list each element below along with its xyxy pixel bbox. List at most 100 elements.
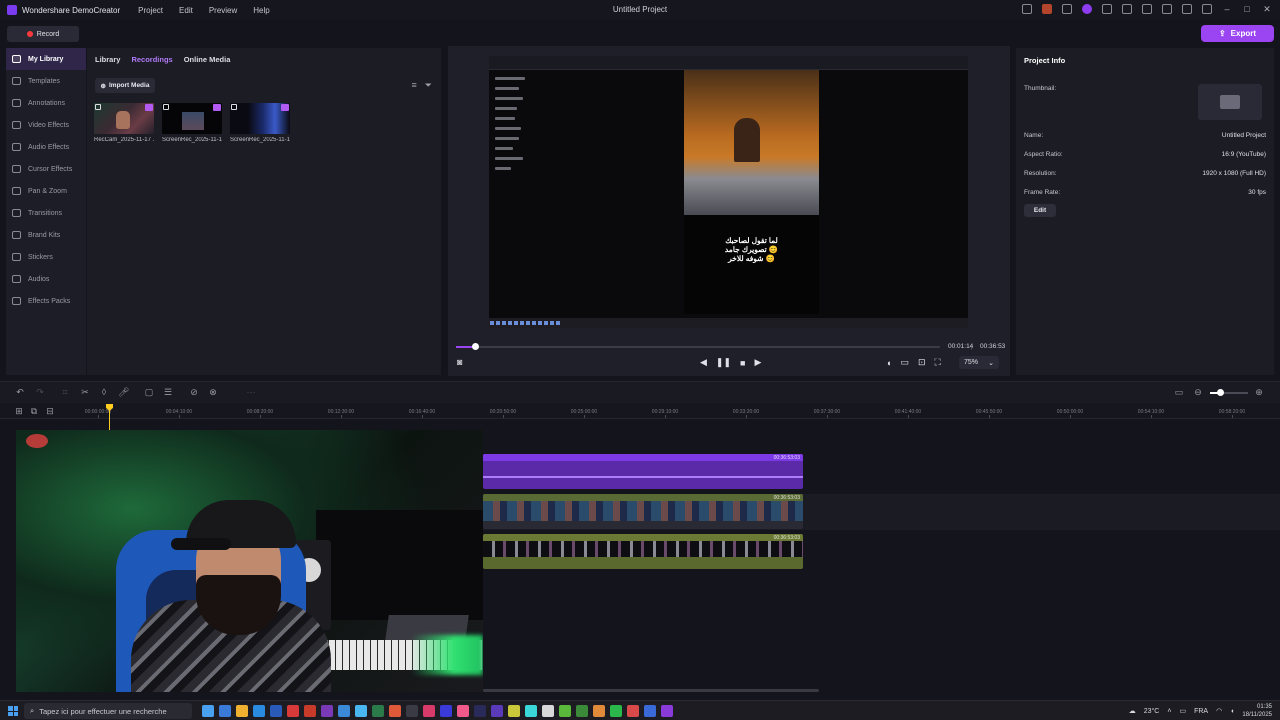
cart-icon[interactable] [1102,4,1112,14]
crop-icon[interactable]: ⊡ [918,357,926,368]
audio-clip[interactable]: 00:36:53:03 [483,454,803,489]
sort-icon[interactable]: ≡ [412,80,417,91]
menu-edit[interactable]: Edit [179,6,193,15]
edit-project-button[interactable]: Edit [1024,204,1056,217]
zoom-slider-handle[interactable] [1217,389,1224,396]
more-icon[interactable]: ⋯ [246,387,256,397]
lightroom-icon[interactable] [542,705,554,717]
animate-icon[interactable] [525,705,537,717]
monitor-icon[interactable] [1142,4,1152,14]
export-button[interactable]: ⇪ Export [1201,25,1274,42]
timeline-ruler[interactable]: ⊞ ⧉ ⊟ 00:00:00:00 00:04:10:00 00:08:20:00 0… [0,403,1280,419]
undo-icon[interactable]: ↶ [15,387,25,397]
copy-track-icon[interactable]: ⧉ [29,406,39,416]
comment-icon[interactable]: ▢ [144,387,154,397]
avatar-icon[interactable] [1082,4,1092,14]
close-icon[interactable]: ✕ [1262,4,1272,14]
weather-icon[interactable]: ☁ [1129,707,1136,715]
list-icon[interactable]: ☰ [163,387,173,397]
windows-start-icon[interactable] [8,706,18,716]
snapshot-icon[interactable]: ◙ [457,357,462,367]
snap-icon[interactable]: ⊟ [45,406,55,416]
sidebar-item-video-effects[interactable]: Video Effects [6,114,86,136]
taskbar-search[interactable]: ⌕ Tapez ici pour effectuer une recherche [24,703,192,719]
crop-tool-icon[interactable]: ⌗ [60,387,70,397]
timeline-scrollbar[interactable] [483,689,819,692]
step-forward-icon[interactable]: ▶ [754,357,761,368]
sidebar-item-effects-packs[interactable]: Effects Packs [6,290,86,312]
language[interactable]: FRA [1194,708,1208,715]
media-item-screenrec-1[interactable]: ScreenRec_2025-11-1... [162,103,222,143]
sidebar-item-my-library[interactable]: My Library [6,48,86,70]
tab-library[interactable]: Library [95,55,120,64]
minimize-icon[interactable]: – [1222,4,1232,14]
speaker-icon[interactable]: ◖ [1230,708,1234,715]
message-icon[interactable] [1062,4,1072,14]
after-effects-icon[interactable] [474,705,486,717]
fullscreen-icon[interactable]: ⛶ [935,357,941,368]
illustrator-icon[interactable] [491,705,503,717]
checkbox-icon[interactable] [163,104,169,110]
audition-icon[interactable] [508,705,520,717]
volume-icon[interactable]: ◖ [886,358,891,368]
timeline-zoom-slider[interactable] [1210,389,1248,396]
github-icon[interactable] [406,705,418,717]
camera-clip[interactable]: 00:36:53:03 [483,494,803,529]
zoom-in-icon[interactable]: ⊕ [1254,387,1264,397]
cloud-icon[interactable] [1122,4,1132,14]
photoshop-express-icon[interactable] [593,705,605,717]
notification-icon[interactable] [1022,4,1032,14]
maximize-icon[interactable]: □ [1242,4,1252,14]
tab-online-media[interactable]: Online Media [184,55,231,64]
onenote-icon[interactable] [321,705,333,717]
firefox-icon[interactable] [389,705,401,717]
mic-icon[interactable]: 🎤︎ [118,387,129,397]
word-icon[interactable] [270,705,282,717]
unlink-icon[interactable]: ⊗ [208,387,218,397]
dreamweaver-icon[interactable] [576,705,588,717]
sidebar-item-cursor-effects[interactable]: Cursor Effects [6,158,86,180]
store-icon[interactable] [253,705,265,717]
clock[interactable]: 01:35 18/11/2025 [1242,703,1272,719]
zoom-out-icon[interactable]: ⊖ [1193,387,1203,397]
import-media-button[interactable]: ⊕ Import Media [95,78,155,93]
split-icon[interactable]: ✂ [80,387,90,397]
media-item-screenrec-2[interactable]: ScreenRec_2025-11-1... [230,103,290,143]
headset-icon[interactable] [1162,4,1172,14]
edge-icon[interactable] [219,705,231,717]
network-icon[interactable]: ▭ [1179,707,1186,715]
wifi-icon[interactable]: ◠ [1216,707,1222,715]
sidebar-item-pan-zoom[interactable]: Pan & Zoom [6,180,86,202]
playback-scrubber[interactable] [456,343,940,350]
zoom-select[interactable]: 75% ⌄ [959,356,999,369]
sidebar-item-audio-effects[interactable]: Audio Effects [6,136,86,158]
redo-icon[interactable]: ↷ [35,387,45,397]
sidebar-item-stickers[interactable]: Stickers [6,246,86,268]
chrome-icon[interactable] [355,705,367,717]
caption-icon[interactable]: ▭ [900,357,909,368]
chevron-up-icon[interactable]: ˄ [1167,708,1171,715]
premiere-icon[interactable] [440,705,452,717]
step-back-icon[interactable]: ◀ [700,357,707,368]
sidebar-item-annotations[interactable]: Annotations [6,92,86,114]
scrubber-handle[interactable] [472,343,480,350]
acrobat-icon[interactable] [304,705,316,717]
sidebar-item-transitions[interactable]: Transitions [6,202,86,224]
youtube-icon[interactable] [644,705,656,717]
checkbox-icon[interactable] [231,104,237,110]
add-track-icon[interactable]: ⊞ [14,406,24,416]
photoshop-icon[interactable] [457,705,469,717]
fit-icon[interactable]: ▭ [1174,387,1184,397]
gift-icon[interactable] [1042,4,1052,14]
link-icon[interactable]: ⊘ [189,387,199,397]
excel-icon[interactable] [372,705,384,717]
screen-clip[interactable]: 00:36:53:03 [483,534,803,569]
marker-icon[interactable]: ◊ [99,387,109,397]
democreator-icon[interactable] [661,705,673,717]
stop-icon[interactable]: ■ [740,358,745,368]
vscode-icon[interactable] [338,705,350,717]
powerpoint-icon[interactable] [287,705,299,717]
task-view-icon[interactable] [202,705,214,717]
mail-icon[interactable] [423,705,435,717]
sidebar-item-brand-kits[interactable]: Brand Kits [6,224,86,246]
